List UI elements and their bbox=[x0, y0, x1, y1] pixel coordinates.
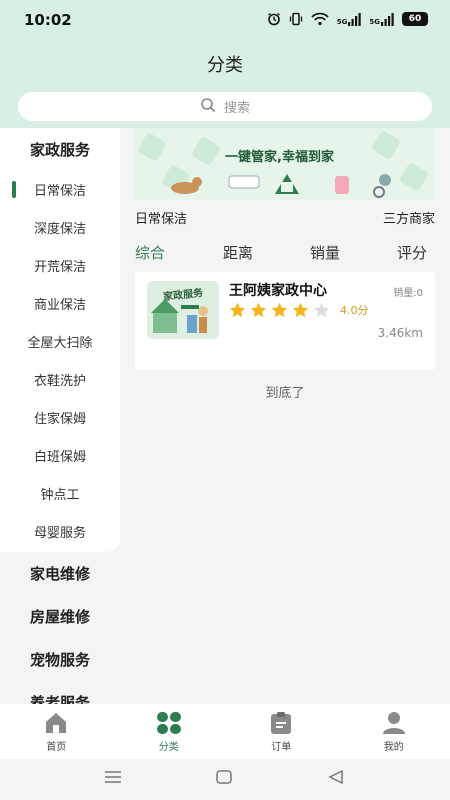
back-nav-icon[interactable] bbox=[328, 769, 344, 788]
status-icons: 5G 5G 60 bbox=[267, 12, 428, 26]
star-icon-filled bbox=[271, 302, 288, 318]
orders-icon bbox=[271, 712, 292, 734]
subcategory-label: 开荒保洁 bbox=[33, 259, 86, 275]
star-icon-filled bbox=[229, 302, 246, 318]
subcategory-live-in-nanny[interactable]: 住家保姆 bbox=[0, 398, 120, 436]
subcategory-label: 母婴服务 bbox=[33, 525, 86, 541]
status-bar: 10:02 5G 5G 60 bbox=[0, 0, 450, 40]
header-area: 10:02 5G 5G 60 分类 搜索 bbox=[0, 0, 450, 128]
current-subcategory-label: 日常保洁 bbox=[135, 212, 188, 227]
end-of-list-text: 到底了 bbox=[265, 386, 305, 401]
subcategory-laundry[interactable]: 衣鞋洗护 bbox=[0, 360, 120, 398]
category-grid-icon bbox=[156, 712, 181, 734]
network-label-1: 5G bbox=[336, 17, 348, 26]
store-distance: 3.46km bbox=[377, 326, 423, 340]
subcategory-whole-house-cleaning[interactable]: 全屋大扫除 bbox=[0, 322, 120, 360]
tab-home[interactable]: 首页 bbox=[0, 704, 113, 759]
alarm-icon bbox=[267, 12, 281, 26]
tab-label: 首页 bbox=[46, 742, 67, 753]
store-rating: 4.0分 bbox=[229, 302, 369, 318]
subcategory-maternal-infant[interactable]: 母婴服务 bbox=[0, 512, 120, 550]
category-sidebar: 家政服务 日常保洁 深度保洁 开荒保洁 商业保洁 全屋大扫除 衣鞋洗护 住家保姆… bbox=[0, 128, 120, 704]
subcategory-day-nanny[interactable]: 白班保姆 bbox=[0, 436, 120, 474]
category-housekeeping[interactable]: 家政服务 bbox=[0, 128, 120, 170]
banner-decoration bbox=[370, 129, 402, 161]
tab-orders[interactable]: 订单 bbox=[225, 704, 338, 759]
category-elderly-care[interactable]: 养老服务 bbox=[0, 681, 120, 704]
banner-decoration bbox=[136, 131, 168, 163]
subcategory-post-renovation-cleaning[interactable]: 开荒保洁 bbox=[0, 246, 120, 284]
sort-tab-comprehensive[interactable]: 综合 bbox=[135, 242, 165, 263]
subcategory-hourly-worker[interactable]: 钟点工 bbox=[0, 474, 120, 512]
star-icon-empty bbox=[313, 302, 330, 318]
signal-icon-2: 5G bbox=[369, 12, 394, 26]
tab-label: 分类 bbox=[158, 742, 179, 753]
search-icon bbox=[200, 97, 216, 117]
active-indicator bbox=[12, 181, 16, 198]
subcategory-label: 钟点工 bbox=[40, 487, 80, 503]
system-nav-bar bbox=[0, 759, 450, 800]
bottom-tab-bar: 首页 分类 订单 我的 bbox=[0, 704, 450, 759]
sort-tab-distance[interactable]: 距离 bbox=[223, 242, 253, 263]
home-nav-icon[interactable] bbox=[216, 769, 232, 788]
store-thumbnail: 家政服务 bbox=[147, 281, 219, 339]
banner-decoration bbox=[190, 135, 222, 167]
tab-label: 订单 bbox=[271, 742, 292, 753]
category-house-repair[interactable]: 房屋维修 bbox=[0, 595, 120, 638]
search-placeholder: 搜索 bbox=[223, 101, 250, 116]
network-label-2: 5G bbox=[369, 17, 380, 26]
store-sales: 销量:0 bbox=[393, 288, 423, 299]
subcategory-label: 商业保洁 bbox=[33, 297, 86, 313]
store-card[interactable]: 家政服务 王阿姨家政中心 销量:0 4.0分 3.46km bbox=[135, 272, 435, 370]
subcategory-label: 深度保洁 bbox=[33, 221, 86, 237]
battery-icon: 60 bbox=[402, 12, 428, 26]
category-pet-service[interactable]: 宠物服务 bbox=[0, 638, 120, 681]
promo-banner[interactable]: 一键管家,幸福到家 bbox=[135, 128, 435, 200]
star-icon-filled bbox=[250, 302, 267, 318]
store-rating-text: 4.0分 bbox=[340, 304, 369, 317]
tab-profile[interactable]: 我的 bbox=[338, 704, 450, 759]
tab-label: 我的 bbox=[383, 742, 404, 753]
content-area: 一键管家,幸福到家 日常保洁 三方商家 综合 距离 销量 评分 家政服务 王阿姨… bbox=[135, 128, 435, 704]
wifi-icon bbox=[311, 12, 329, 26]
subcategory-label: 白班保姆 bbox=[33, 449, 86, 465]
home-icon bbox=[46, 713, 67, 733]
menu-nav-icon[interactable] bbox=[104, 769, 122, 788]
category-panel-active: 家政服务 日常保洁 深度保洁 开荒保洁 商业保洁 全屋大扫除 衣鞋洗护 住家保姆… bbox=[0, 128, 120, 552]
subcategory-daily-cleaning[interactable]: 日常保洁 bbox=[0, 170, 120, 208]
subcategory-label: 全屋大扫除 bbox=[27, 335, 93, 351]
subcategory-list: 日常保洁 深度保洁 开荒保洁 商业保洁 全屋大扫除 衣鞋洗护 住家保姆 白班保姆… bbox=[0, 170, 120, 550]
list-header: 日常保洁 三方商家 bbox=[135, 208, 435, 227]
tab-category[interactable]: 分类 bbox=[113, 704, 226, 759]
subcategory-commercial-cleaning[interactable]: 商业保洁 bbox=[0, 284, 120, 322]
signal-icon-1: 5G bbox=[336, 12, 362, 26]
status-time: 10:02 bbox=[24, 11, 72, 29]
sort-tab-sales[interactable]: 销量 bbox=[310, 242, 340, 263]
subcategory-label: 住家保姆 bbox=[33, 411, 86, 427]
sort-tab-rating[interactable]: 评分 bbox=[397, 242, 427, 263]
sort-tabs: 综合 距离 销量 评分 bbox=[135, 242, 435, 264]
banner-illustration bbox=[171, 174, 391, 198]
category-appliance-repair[interactable]: 家电维修 bbox=[0, 552, 120, 595]
subcategory-label: 衣鞋洗护 bbox=[33, 373, 86, 389]
subcategory-deep-cleaning[interactable]: 深度保洁 bbox=[0, 208, 120, 246]
page-title: 分类 bbox=[207, 55, 243, 76]
search-input[interactable]: 搜索 bbox=[18, 92, 432, 121]
banner-slogan: 一键管家,幸福到家 bbox=[225, 150, 334, 165]
user-icon bbox=[382, 712, 405, 734]
third-party-merchants-link[interactable]: 三方商家 bbox=[383, 208, 435, 227]
star-icon-filled bbox=[292, 302, 309, 318]
vibrate-icon bbox=[289, 12, 303, 26]
store-name: 王阿姨家政中心 bbox=[229, 283, 327, 299]
subcategory-label: 日常保洁 bbox=[33, 183, 86, 199]
